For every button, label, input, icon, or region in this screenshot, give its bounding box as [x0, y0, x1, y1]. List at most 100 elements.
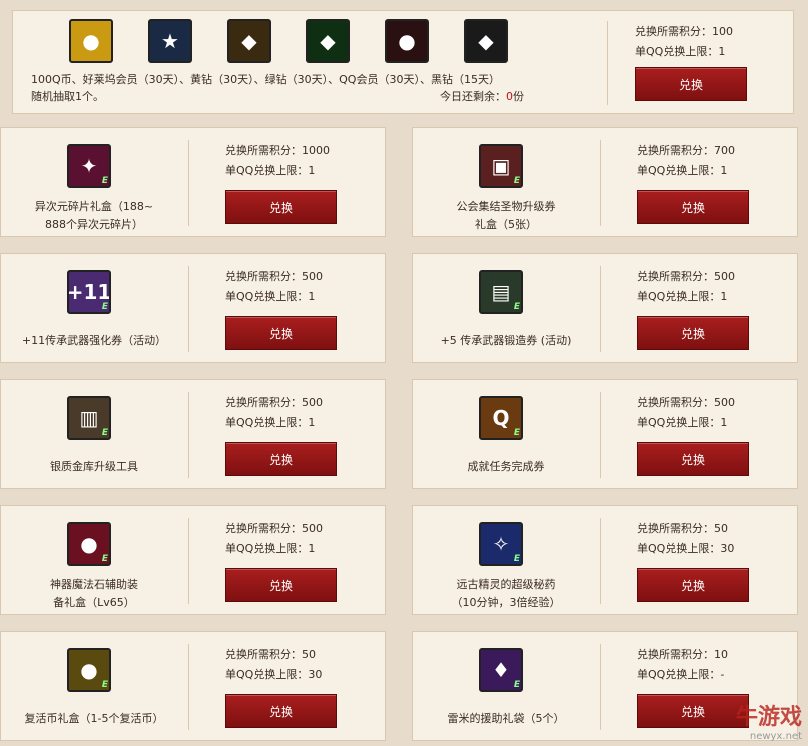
reward-name-line: 复活币礼盒（1-5个复活币） — [24, 712, 164, 725]
remaining-count: 今日还剩余：0份 — [440, 88, 524, 104]
exchange-button[interactable]: 兑换 — [225, 694, 337, 728]
exchange-limit: 单QQ兑换上限：30 — [225, 668, 323, 681]
item-grade-mark: E — [101, 680, 108, 690]
divider — [188, 140, 189, 226]
prize-list-text: 100Q币、好莱坞会员（30天）、黄钻（30天）、绿钻（30天）、QQ会员（30… — [31, 73, 500, 86]
icon-glyph: +11 — [67, 280, 111, 304]
magic-stone-gift-icon: ● E — [67, 522, 111, 566]
gold-coin-icon: ● — [69, 19, 113, 63]
black-diamond-icon: ◆ — [464, 19, 508, 63]
reward-name: +5 传承武器锻造券 (活动) — [413, 332, 599, 350]
reward-name: 雷米的援助礼袋（5个） — [413, 710, 599, 728]
icon-glyph: Q — [492, 406, 510, 430]
qq-penguin-icon: ● — [385, 19, 429, 63]
dimension-gift-box-icon: ✦ E — [67, 144, 111, 188]
quest-clear-ticket-icon: QE — [479, 396, 523, 440]
item-grade-mark: E — [513, 554, 520, 564]
reward-name: 公会集结圣物升级券 礼盒（5张） — [413, 198, 599, 234]
reward-name: 银质金库升级工具 — [1, 458, 187, 476]
reward-name-line: 888个异次元碎片） — [45, 218, 143, 231]
item-grade-mark: E — [513, 302, 520, 312]
points-required: 兑换所需积分：10 — [637, 648, 728, 661]
silver-vault-chest-icon: ▥ E — [67, 396, 111, 440]
divider — [600, 644, 601, 730]
remaining-value: 0 — [506, 90, 513, 103]
exchange-button[interactable]: 兑换 — [225, 190, 337, 224]
exchange-info: 兑换所需积分：500 单QQ兑换上限：1 — [637, 393, 735, 433]
item-grade-mark: E — [101, 176, 108, 186]
remaining-label: 今日还剩余： — [440, 90, 506, 103]
reward-name-line: 备礼盒（Lv65） — [53, 596, 135, 609]
remaining-unit: 份 — [513, 90, 524, 103]
divider — [600, 518, 601, 604]
remy-aid-bag-icon: ♦ E — [479, 648, 523, 692]
exchange-button[interactable]: 兑换 — [635, 67, 747, 101]
reward-card: ▣ E 公会集结圣物升级券 礼盒（5张） 兑换所需积分：700 单QQ兑换上限：1 兑换 — [412, 127, 798, 237]
exchange-info: 兑换所需积分：50 单QQ兑换上限：30 — [637, 519, 734, 559]
reward-name-line: 异次元碎片礼盒（188~ — [34, 200, 154, 213]
reward-card: ▥ E 银质金库升级工具 兑换所需积分：500 单QQ兑换上限：1 兑换 — [0, 379, 386, 489]
item-grade-mark: E — [101, 428, 108, 438]
yellow-diamond-icon: ◆ — [227, 19, 271, 63]
site-watermark: 牛游戏 newyx.net — [736, 699, 802, 742]
reward-name-line: +11传承武器强化券（活动） — [21, 334, 167, 347]
exchange-button[interactable]: 兑换 — [637, 694, 749, 728]
points-required: 兑换所需积分：1000 — [225, 144, 330, 157]
icon-glyph: ✧ — [492, 532, 510, 556]
exchange-info: 兑换所需积分：500 单QQ兑换上限：1 — [225, 267, 323, 307]
points-required: 兑换所需积分：500 — [225, 396, 323, 409]
exchange-button[interactable]: 兑换 — [637, 190, 749, 224]
reward-card: ✦ E 异次元碎片礼盒（188~ 888个异次元碎片） 兑换所需积分：1000 单QQ兑换… — [0, 127, 386, 237]
divider — [188, 392, 189, 478]
exchange-info: 兑换所需积分：50 单QQ兑换上限：30 — [225, 645, 322, 685]
reward-name-line: +5 传承武器锻造券 (活动) — [440, 334, 572, 347]
reward-card: ● E 神器魔法石辅助装 备礼盒（Lv65） 兑换所需积分：500 单QQ兑换上限：1 兑换 — [0, 505, 386, 615]
divider — [600, 140, 601, 226]
reward-name-line: 成就任务完成券 — [467, 460, 545, 473]
watermark-logo: 牛游戏 — [735, 705, 802, 730]
reward-name: 神器魔法石辅助装 备礼盒（Lv65） — [1, 576, 187, 612]
reward-card: ▤ E +5 传承武器锻造券 (活动) 兑换所需积分：500 单QQ兑换上限：1 兑换 — [412, 253, 798, 363]
reward-name-line: 雷米的援助礼袋（5个） — [447, 712, 565, 725]
exchange-button[interactable]: 兑换 — [637, 316, 749, 350]
exchange-button[interactable]: 兑换 — [637, 568, 749, 602]
item-grade-mark: E — [513, 680, 520, 690]
divider — [188, 644, 189, 730]
points-required: 兑换所需积分：500 — [637, 396, 735, 409]
green-diamond-icon: ◆ — [306, 19, 350, 63]
icon-glyph: ▣ — [491, 154, 511, 178]
divider — [600, 266, 601, 352]
divider — [188, 518, 189, 604]
reward-card: ● E 复活币礼盒（1-5个复活币） 兑换所需积分：50 单QQ兑换上限：30 兑换 — [0, 631, 386, 741]
exchange-limit: 单QQ兑换上限：1 — [637, 290, 728, 303]
reward-name-line: 公会集结圣物升级券 — [456, 200, 556, 213]
icon-glyph: ● — [80, 658, 98, 682]
reward-name-line: 银质金库升级工具 — [50, 460, 138, 473]
exchange-button[interactable]: 兑换 — [225, 442, 337, 476]
exchange-limit: 单QQ兑换上限：1 — [225, 542, 316, 555]
reward-name-line: （10分钟，3倍经验） — [451, 596, 561, 609]
item-grade-mark: E — [513, 428, 520, 438]
weapon-enhance-ticket-icon: +11 E — [67, 270, 111, 314]
reward-card: Q E 成就任务完成券 兑换所需积分：500 单QQ兑换上限：1 兑换 — [412, 379, 798, 489]
exchange-button[interactable]: 兑换 — [637, 442, 749, 476]
reward-card: ✧ E 远古精灵的超级秘药 （10分钟，3倍经验） 兑换所需积分：50 单QQ兑换上限：3… — [412, 505, 798, 615]
reward-name: +11传承武器强化券（活动） — [1, 332, 187, 350]
exchange-button[interactable]: 兑换 — [225, 568, 337, 602]
exchange-limit: 单QQ兑换上限：1 — [635, 45, 726, 58]
exchange-limit: 单QQ兑换上限：1 — [225, 290, 316, 303]
reward-card: +11 E +11传承武器强化券（活动） 兑换所需积分：500 单QQ兑换上限：1 兑换 — [0, 253, 386, 363]
random-prize-panel: ● ★ ◆ ◆ ● ◆ 100Q币、好莱坞会员（30天）、黄钻（30天）、绿钻（… — [12, 10, 794, 114]
exchange-button[interactable]: 兑换 — [225, 316, 337, 350]
reward-name: 远古精灵的超级秘药 （10分钟，3倍经验） — [413, 576, 599, 612]
reward-name-line: 远古精灵的超级秘药 — [456, 578, 556, 591]
prize-description: 100Q币、好莱坞会员（30天）、黄钻（30天）、绿钻（30天）、QQ会员（30… — [31, 71, 500, 105]
icon-glyph: ♦ — [492, 658, 510, 682]
points-required: 兑换所需积分：500 — [225, 522, 323, 535]
item-grade-mark: E — [513, 176, 520, 186]
prize-rule-text: 随机抽取1个。 — [31, 90, 104, 103]
item-grade-mark: E — [101, 302, 108, 312]
exchange-info: 兑换所需积分：100 单QQ兑换上限：1 — [635, 22, 733, 62]
revive-coin-box-icon: ● E — [67, 648, 111, 692]
reward-name-line: 神器魔法石辅助装 — [50, 578, 138, 591]
